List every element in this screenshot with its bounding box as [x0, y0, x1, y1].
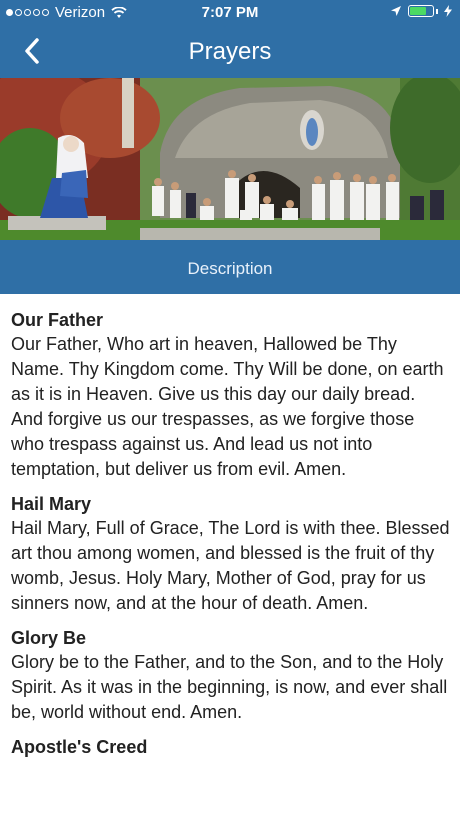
- page-title: Prayers: [188, 38, 272, 65]
- charging-bolt-icon: [444, 5, 452, 17]
- status-right: [390, 5, 452, 17]
- location-arrow-icon: [391, 6, 401, 16]
- hero-image: [0, 78, 460, 240]
- prayer-title: Apostle's Creed: [11, 737, 148, 757]
- prayer-title: Hail Mary: [11, 494, 92, 514]
- prayer-our-father: Our Father Our Father, Who art in heaven…: [11, 308, 451, 482]
- prayer-text: Glory be to the Father, and to the Son, …: [11, 652, 448, 722]
- prayer-title: Glory Be: [11, 628, 87, 648]
- status-bar: Verizon 7:07 PM: [0, 0, 460, 26]
- prayer-apostles-creed: Apostle's Creed: [11, 735, 451, 759]
- prayer-text: Hail Mary, Full of Grace, The Lord is wi…: [11, 518, 450, 613]
- navigation-bar: Prayers: [0, 26, 460, 78]
- prayer-title: Our Father: [11, 310, 104, 330]
- battery-tip: [436, 8, 438, 14]
- grotto-photo: [0, 78, 460, 240]
- prayer-glory-be: Glory Be Glory be to the Father, and to …: [11, 626, 451, 725]
- battery-icon: [408, 5, 434, 17]
- description-tab[interactable]: Description: [0, 240, 460, 294]
- prayer-text: Our Father, Who art in heaven, Hallowed …: [11, 334, 444, 479]
- prayer-list: Our Father Our Father, Who art in heaven…: [11, 308, 451, 769]
- prayer-hail-mary: Hail Mary Hail Mary, Full of Grace, The …: [11, 492, 451, 616]
